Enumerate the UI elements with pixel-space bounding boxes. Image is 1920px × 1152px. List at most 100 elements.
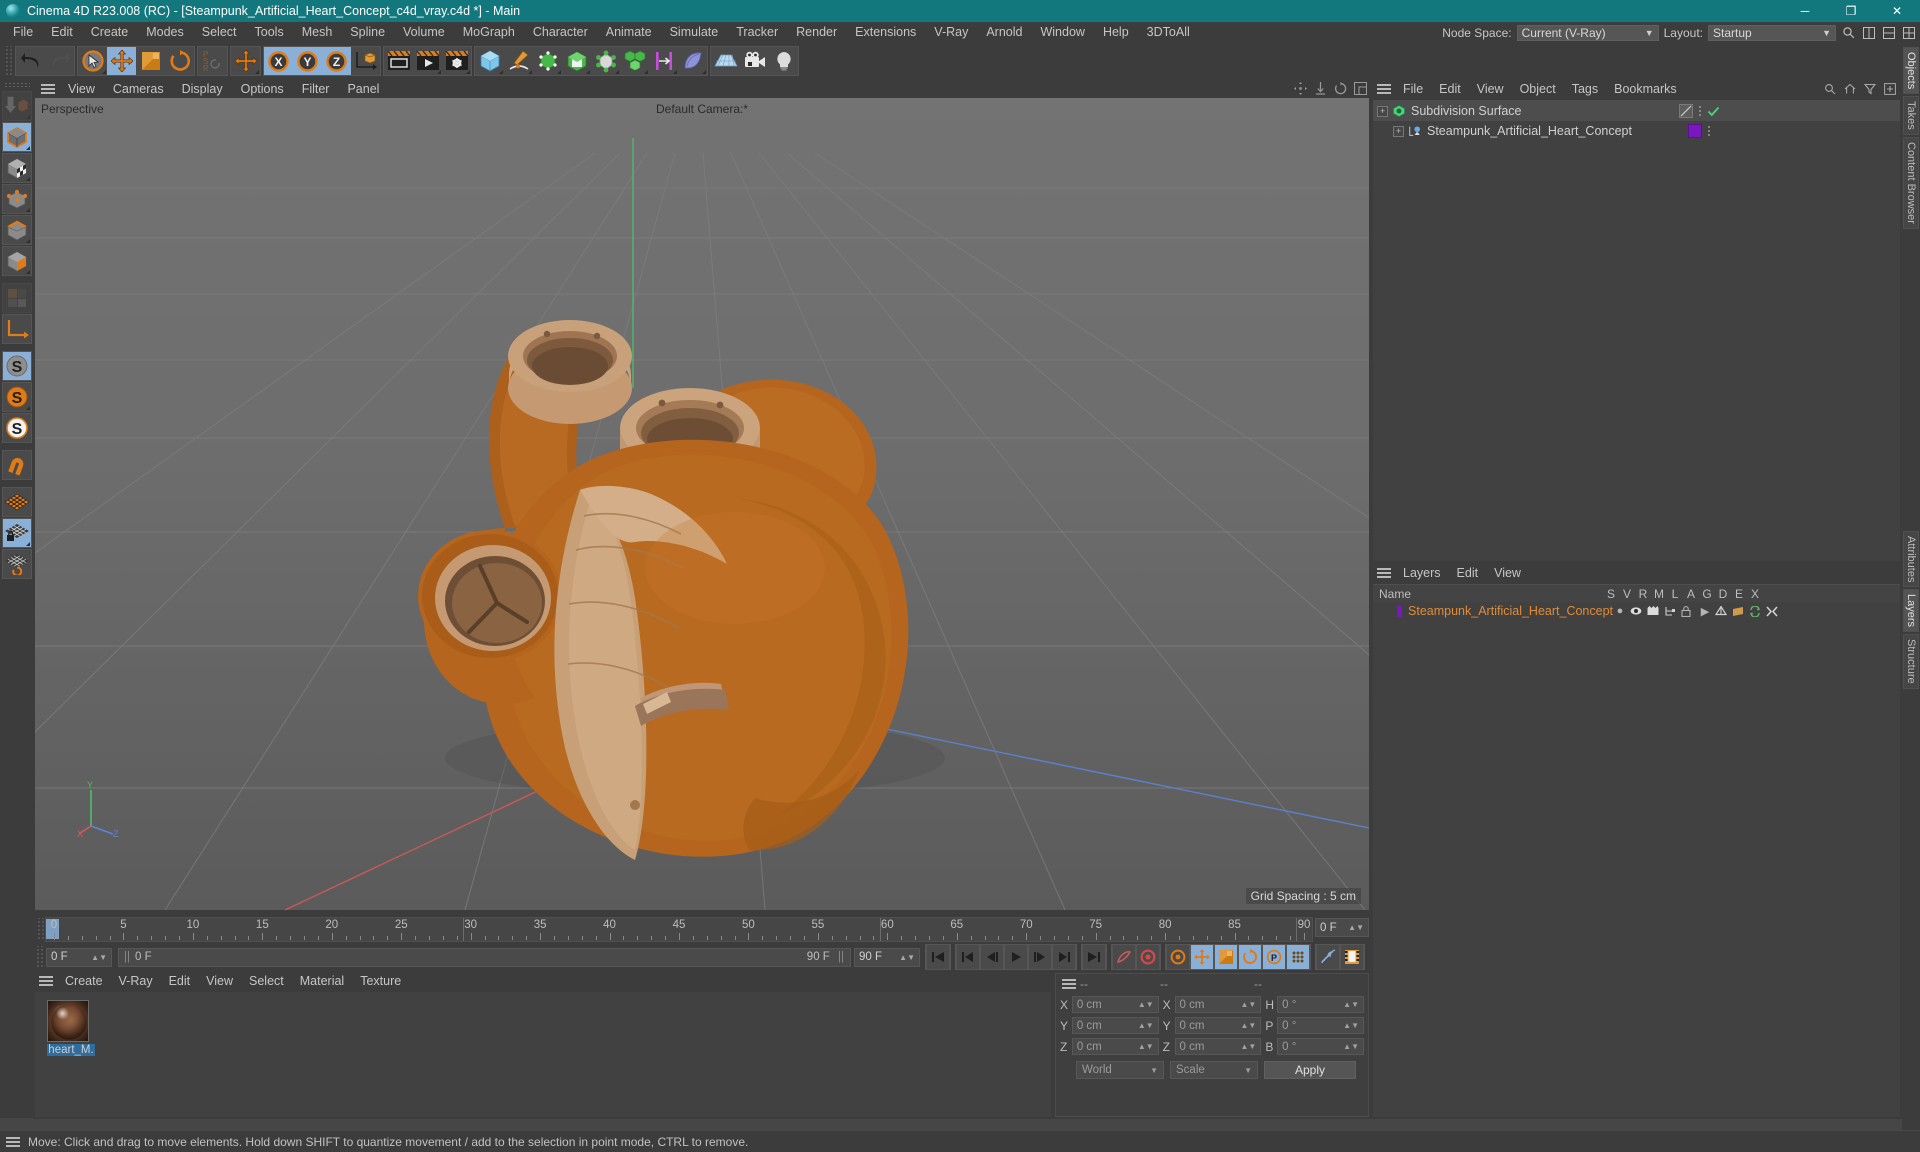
snap-settings-button[interactable]: S bbox=[1, 382, 32, 412]
make-editable-button[interactable] bbox=[1, 91, 32, 121]
layer-menu-edit[interactable]: Edit bbox=[1449, 566, 1487, 580]
add-deformer-button[interactable] bbox=[591, 47, 620, 75]
world-coord-button[interactable] bbox=[351, 47, 380, 75]
coordinates-hamburger-icon[interactable] bbox=[1062, 977, 1076, 991]
psr-toggle-button[interactable]: P S R bbox=[198, 47, 227, 75]
keyframe-selection-button[interactable] bbox=[1166, 944, 1190, 970]
coord-input-rot-h[interactable]: 0 ° ▲▼ bbox=[1277, 996, 1365, 1013]
layer-menu-layers[interactable]: Layers bbox=[1395, 566, 1449, 580]
preview-end-field[interactable]: 90 F ▲▼ bbox=[854, 947, 920, 967]
model-mode-button[interactable] bbox=[1, 122, 32, 152]
menu-item-animate[interactable]: Animate bbox=[597, 22, 661, 43]
filter-icon[interactable] bbox=[1864, 83, 1876, 95]
layer-color-swatch[interactable] bbox=[1397, 605, 1403, 617]
layout-split-icon[interactable] bbox=[1881, 25, 1896, 40]
magnet-button[interactable] bbox=[1, 450, 32, 480]
autokey-button[interactable] bbox=[1112, 944, 1136, 970]
object-row-heart-concept[interactable]: + Steampunk_Artificial_Heart_Concept bbox=[1373, 121, 1900, 141]
toolbar-grip[interactable] bbox=[4, 46, 13, 76]
layout-dropdown[interactable]: Startup ▼ bbox=[1708, 24, 1836, 41]
move-tool-button[interactable] bbox=[107, 47, 136, 75]
search-icon[interactable] bbox=[1824, 83, 1836, 95]
add-cube-button[interactable] bbox=[475, 47, 504, 75]
viewport-menu-panel[interactable]: Panel bbox=[338, 82, 388, 96]
coord-input-pos-x[interactable]: 0 cm ▲▼ bbox=[1071, 996, 1159, 1013]
object-manager-hamburger-icon[interactable] bbox=[1377, 82, 1391, 96]
stepper-icon[interactable]: ▲▼ bbox=[85, 953, 107, 962]
object-row-subdivision-surface[interactable]: + Subdivision Surface bbox=[1373, 101, 1900, 121]
viewport-menu-hamburger-icon[interactable] bbox=[41, 82, 55, 96]
move-axis-button[interactable] bbox=[231, 47, 260, 75]
add-array-button[interactable] bbox=[620, 47, 649, 75]
stepper-icon[interactable]: ▲▼ bbox=[1138, 1021, 1154, 1030]
lock-x-button[interactable]: X bbox=[264, 47, 293, 75]
layer-row[interactable]: Steampunk_Artificial_Heart_Concept ● ▶ bbox=[1373, 602, 1900, 620]
dock-tab-structure[interactable]: Structure bbox=[1903, 634, 1919, 690]
edge-mode-button[interactable] bbox=[1, 215, 32, 245]
stepper-icon[interactable]: ▲▼ bbox=[1343, 1042, 1359, 1051]
menu-item-vray[interactable]: V-Ray bbox=[925, 22, 977, 43]
status-bar-hamburger-icon[interactable] bbox=[6, 1135, 20, 1149]
workplane-button[interactable] bbox=[1, 487, 32, 517]
play-button[interactable] bbox=[1004, 944, 1028, 970]
coordinate-mode-dropdown[interactable]: Scale ▼ bbox=[1170, 1061, 1258, 1079]
generator-toggle-icon[interactable] bbox=[1715, 605, 1729, 617]
menu-item-extensions[interactable]: Extensions bbox=[846, 22, 925, 43]
point-level-anim-button[interactable] bbox=[1286, 944, 1310, 970]
record-position-button[interactable] bbox=[1190, 944, 1214, 970]
menu-item-help[interactable]: Help bbox=[1094, 22, 1138, 43]
apply-button[interactable]: Apply bbox=[1264, 1061, 1356, 1079]
go-to-previous-key-button[interactable] bbox=[956, 944, 980, 970]
render-settings-button[interactable] bbox=[442, 47, 471, 75]
add-icon[interactable] bbox=[1884, 83, 1896, 95]
material-tag-icon[interactable] bbox=[1688, 124, 1702, 138]
coord-input-pos-z[interactable]: 0 cm ▲▼ bbox=[1071, 1038, 1159, 1055]
record-active-objects-button[interactable] bbox=[1136, 944, 1160, 970]
texture-mode-button[interactable] bbox=[1, 153, 32, 183]
scale-tool-button[interactable] bbox=[136, 47, 165, 75]
expression-toggle-icon[interactable] bbox=[1749, 605, 1763, 617]
material-menu-material[interactable]: Material bbox=[292, 974, 352, 988]
timeline-grip[interactable] bbox=[36, 918, 45, 940]
solo-toggle-icon[interactable]: ● bbox=[1613, 605, 1627, 617]
step-forward-button[interactable] bbox=[1028, 944, 1052, 970]
menu-item-window[interactable]: Window bbox=[1031, 22, 1093, 43]
transport-grip[interactable] bbox=[35, 946, 44, 968]
add-subdivision-button[interactable] bbox=[562, 47, 591, 75]
dock-tab-content-browser[interactable]: Content Browser bbox=[1903, 137, 1919, 229]
stepper-icon[interactable]: ▲▼ bbox=[1241, 1021, 1257, 1030]
coord-input-size-z[interactable]: 0 cm ▲▼ bbox=[1174, 1038, 1262, 1055]
timeline-ruler[interactable]: 0 5 10 15 20 25 30 35 40 45 50 55 60 65 70 75 80 85 90 bbox=[45, 917, 1313, 942]
expander-icon[interactable]: + bbox=[1393, 125, 1404, 137]
undo-button[interactable] bbox=[16, 47, 45, 75]
coord-input-size-y[interactable]: 0 cm ▲▼ bbox=[1174, 1017, 1262, 1034]
material-thumbnail[interactable] bbox=[47, 1000, 89, 1042]
object-tree[interactable]: + Subdivision Surface + Steampunk_Artifi… bbox=[1373, 100, 1900, 561]
redo-button[interactable] bbox=[45, 47, 74, 75]
dock-tab-attributes[interactable]: Attributes bbox=[1903, 530, 1919, 588]
menu-item-mograph[interactable]: MoGraph bbox=[454, 22, 524, 43]
add-light-button[interactable] bbox=[769, 47, 798, 75]
material-menu-texture[interactable]: Texture bbox=[352, 974, 409, 988]
visible-toggle-icon[interactable] bbox=[1630, 606, 1644, 616]
menu-item-mesh[interactable]: Mesh bbox=[293, 22, 342, 43]
axis-mode-button[interactable] bbox=[1, 314, 32, 344]
zoom-viewport-icon[interactable] bbox=[1314, 82, 1327, 95]
material-list[interactable]: heart_M. bbox=[35, 992, 1051, 1117]
object-menu-view[interactable]: View bbox=[1469, 82, 1512, 96]
menu-item-edit[interactable]: Edit bbox=[42, 22, 82, 43]
material-manager-hamburger-icon[interactable] bbox=[39, 974, 53, 988]
object-menu-edit[interactable]: Edit bbox=[1431, 82, 1469, 96]
stepper-icon[interactable]: ▲▼ bbox=[1138, 1000, 1154, 1009]
viewport-menu-view[interactable]: View bbox=[59, 82, 104, 96]
expander-icon[interactable]: + bbox=[1377, 105, 1388, 117]
coord-input-size-x[interactable]: 0 cm ▲▼ bbox=[1174, 996, 1262, 1013]
lock-y-button[interactable]: Y bbox=[293, 47, 322, 75]
coord-input-pos-y[interactable]: 0 cm ▲▼ bbox=[1071, 1017, 1159, 1034]
minimize-button[interactable]: ─ bbox=[1782, 0, 1828, 22]
menu-item-3dtoall[interactable]: 3DToAll bbox=[1138, 22, 1199, 43]
object-menu-file[interactable]: File bbox=[1395, 82, 1431, 96]
viewport-menu-options[interactable]: Options bbox=[232, 82, 293, 96]
menu-item-character[interactable]: Character bbox=[524, 22, 597, 43]
render-toggle-icon[interactable] bbox=[1647, 606, 1661, 616]
